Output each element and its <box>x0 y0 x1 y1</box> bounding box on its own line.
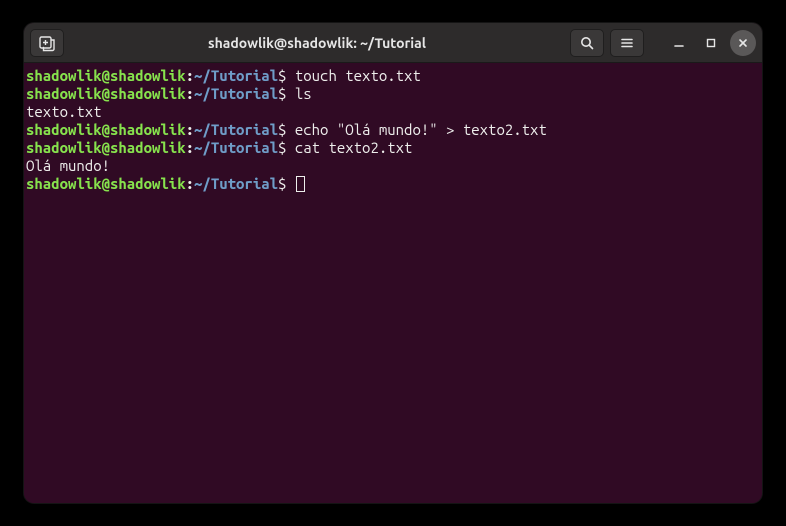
titlebar-right <box>570 29 756 57</box>
terminal-window: shadowlik@shadowlik: ~/Tutorial <box>24 23 762 503</box>
prompt-path: ~/Tutorial <box>194 175 278 192</box>
titlebar-left <box>30 29 64 57</box>
prompt-path: ~/Tutorial <box>194 139 278 156</box>
prompt-user-host: shadowlik@shadowlik <box>26 85 186 102</box>
window-title: shadowlik@shadowlik: ~/Tutorial <box>70 35 564 51</box>
cursor <box>296 176 305 192</box>
terminal-line: texto.txt <box>26 103 760 121</box>
prompt-path: ~/Tutorial <box>194 85 278 102</box>
maximize-icon <box>705 37 717 49</box>
menu-button[interactable] <box>610 29 644 57</box>
command-text: cat texto2.txt <box>295 139 413 156</box>
close-icon <box>737 37 749 49</box>
output-text: Olá mundo! <box>26 157 110 174</box>
prompt-user-host: shadowlik@shadowlik <box>26 121 186 138</box>
new-tab-button[interactable] <box>30 29 64 57</box>
minimize-button[interactable] <box>666 30 692 56</box>
prompt-user-host: shadowlik@shadowlik <box>26 175 186 192</box>
command-text: echo "Olá mundo!" > texto2.txt <box>295 121 547 138</box>
new-tab-icon <box>38 34 56 52</box>
menu-icon <box>619 35 635 51</box>
command-text: touch texto.txt <box>295 67 421 84</box>
prompt-colon: : <box>186 139 194 156</box>
terminal-line: shadowlik@shadowlik:~/Tutorial$ <box>26 175 760 193</box>
terminal-body[interactable]: shadowlik@shadowlik:~/Tutorial$ touch te… <box>24 63 762 503</box>
prompt-user-host: shadowlik@shadowlik <box>26 67 186 84</box>
titlebar: shadowlik@shadowlik: ~/Tutorial <box>24 23 762 63</box>
terminal-line: Olá mundo! <box>26 157 760 175</box>
prompt-colon: : <box>186 121 194 138</box>
close-button[interactable] <box>730 30 756 56</box>
prompt-colon: : <box>186 85 194 102</box>
prompt-colon: : <box>186 175 194 192</box>
minimize-icon <box>673 37 685 49</box>
terminal-line: shadowlik@shadowlik:~/Tutorial$ touch te… <box>26 67 760 85</box>
prompt-dollar: $ <box>278 67 295 84</box>
terminal-line: shadowlik@shadowlik:~/Tutorial$ echo "Ol… <box>26 121 760 139</box>
prompt-dollar: $ <box>278 85 295 102</box>
prompt-path: ~/Tutorial <box>194 67 278 84</box>
prompt-dollar: $ <box>278 175 295 192</box>
search-button[interactable] <box>570 29 604 57</box>
search-icon <box>579 35 595 51</box>
prompt-colon: : <box>186 67 194 84</box>
prompt-user-host: shadowlik@shadowlik <box>26 139 186 156</box>
maximize-button[interactable] <box>698 30 724 56</box>
prompt-path: ~/Tutorial <box>194 121 278 138</box>
command-text: ls <box>295 85 312 102</box>
terminal-line: shadowlik@shadowlik:~/Tutorial$ cat text… <box>26 139 760 157</box>
output-text: texto.txt <box>26 103 102 120</box>
prompt-dollar: $ <box>278 139 295 156</box>
prompt-dollar: $ <box>278 121 295 138</box>
terminal-line: shadowlik@shadowlik:~/Tutorial$ ls <box>26 85 760 103</box>
